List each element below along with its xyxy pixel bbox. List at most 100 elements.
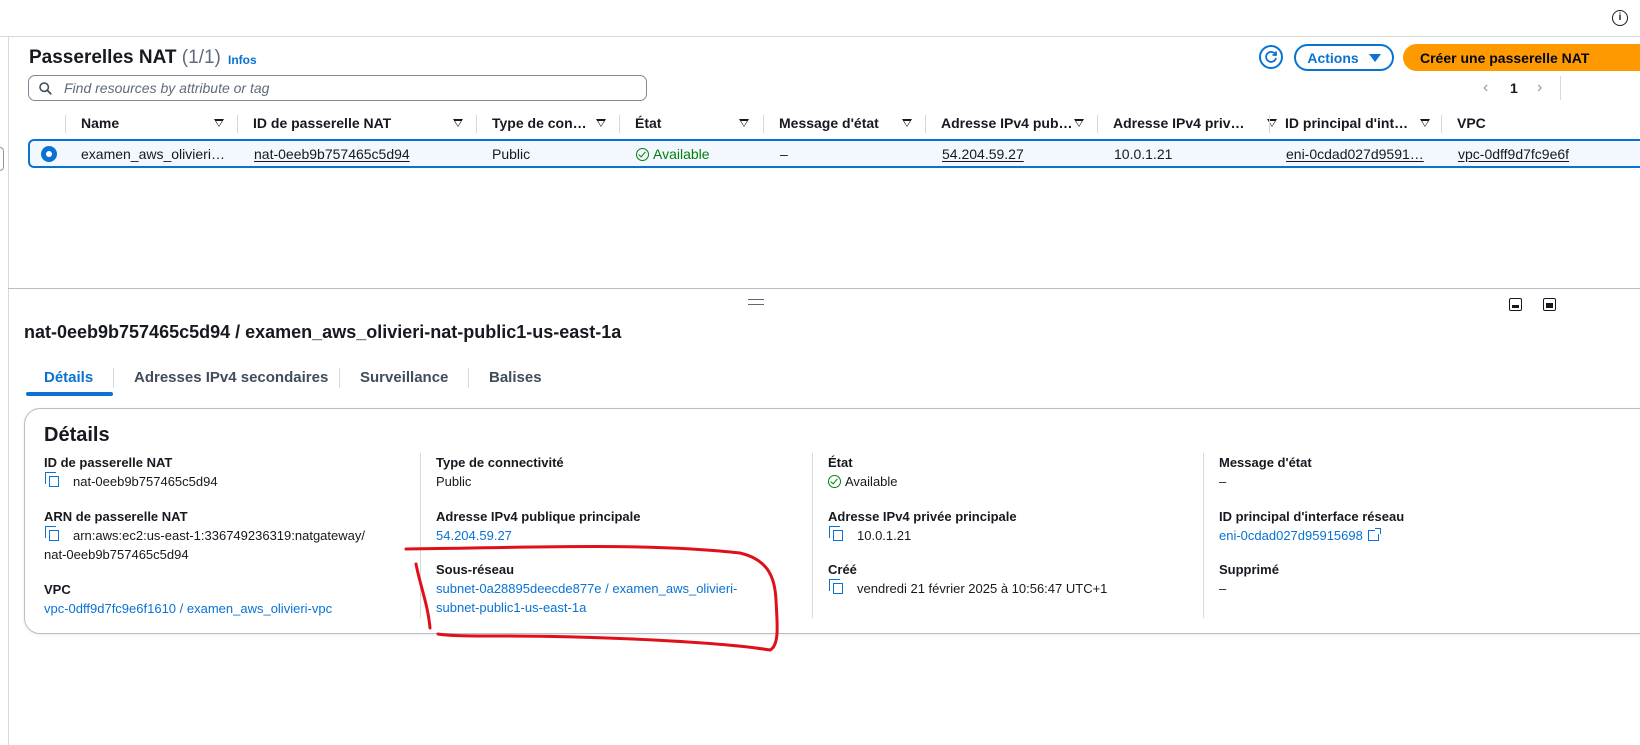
field-value-text: 10.0.1.21 [857, 528, 912, 543]
field-label-message: Message d'état [1219, 455, 1312, 470]
column-divider [1203, 453, 1204, 618]
column-divider [925, 115, 926, 133]
column-header-label: Adresse IPv4 pub… [941, 115, 1073, 131]
tab-tags[interactable]: Balises [489, 366, 542, 390]
field-value-arn: arn:aws:ec2:us-east-1:336749236319:natga… [45, 526, 365, 545]
field-value-text: vendredi 21 février 2025 à 10:56:47 UTC+… [857, 581, 1108, 596]
field-value-nat-id: nat-0eeb9b757465c5d94 [45, 472, 218, 491]
field-value-vpc-link[interactable]: vpc-0dff9d7fc9e6f1610 / examen_aws_olivi… [44, 599, 332, 618]
column-divider [237, 115, 238, 133]
field-value-subnet-link[interactable]: subnet-0a28895deecde877e / examen_aws_ol… [436, 579, 737, 598]
resource-count: (1/1) [181, 47, 221, 68]
column-header-name[interactable]: Name [81, 111, 224, 137]
cell-public-ip-link[interactable]: 54.204.59.27 [942, 146, 1024, 162]
search-icon [39, 81, 52, 95]
field-label-subnet: Sous-réseau [436, 562, 515, 577]
refresh-button[interactable] [1259, 45, 1283, 69]
sort-icon[interactable] [1074, 119, 1084, 127]
tab-details[interactable]: Détails [44, 366, 93, 390]
column-header-label: ID principal d'int… [1285, 115, 1409, 131]
column-divider [619, 115, 620, 133]
copy-icon[interactable] [45, 526, 59, 541]
divider [1560, 76, 1561, 100]
details-card-title: Détails [44, 424, 110, 446]
info-icon[interactable]: i [1612, 10, 1628, 26]
field-value-public-ip-link[interactable]: 54.204.59.27 [436, 526, 512, 545]
column-header-eni[interactable]: ID principal d'int… [1285, 111, 1430, 137]
sort-icon[interactable] [902, 119, 912, 127]
tab-divider [113, 368, 114, 388]
page-title: Passerelles NAT (1/1) [29, 47, 221, 69]
cell-name: examen_aws_olivieri… [81, 146, 225, 162]
split-panel-divider [8, 288, 1640, 289]
field-label-vpc: VPC [44, 582, 71, 597]
column-header-label: Name [81, 115, 120, 131]
sort-icon[interactable] [453, 119, 463, 127]
field-label-connectivity: Type de connectivité [436, 455, 564, 470]
column-header-message[interactable]: Message d'état [779, 111, 912, 137]
column-header-public-ip[interactable]: Adresse IPv4 pub… [941, 111, 1084, 137]
external-link-icon[interactable] [1367, 528, 1381, 541]
tab-secondary-ipv4[interactable]: Adresses IPv4 secondaires [134, 366, 328, 390]
pagination-next[interactable]: › [1537, 79, 1542, 97]
field-label-public-ip: Adresse IPv4 publique principale [436, 509, 641, 524]
column-header-vpc[interactable]: VPC [1457, 111, 1486, 137]
check-circle-icon [828, 475, 841, 488]
drag-handle-icon[interactable] [748, 299, 764, 305]
cell-vpc-link[interactable]: vpc-0dff9d7fc9e6f [1458, 146, 1569, 162]
pagination-prev[interactable]: ‹ [1483, 79, 1488, 97]
field-value-message: – [1219, 474, 1227, 489]
sort-icon[interactable] [1420, 119, 1430, 127]
copy-icon[interactable] [829, 579, 843, 594]
panel-split-icon[interactable] [1543, 298, 1556, 311]
active-tab-indicator [26, 392, 113, 396]
search-box[interactable] [28, 75, 647, 101]
table-row[interactable]: examen_aws_olivieri… nat-0eeb9b757465c5d… [28, 139, 1640, 168]
column-header-private-ip[interactable]: Adresse IPv4 priv… [1113, 111, 1277, 137]
info-link[interactable]: Infos [228, 53, 257, 67]
left-panel-border [8, 36, 9, 745]
column-header-label: Adresse IPv4 priv… [1113, 115, 1245, 131]
tab-divider [339, 368, 340, 388]
sort-icon[interactable] [739, 119, 749, 127]
sort-icon[interactable] [596, 119, 606, 127]
cell-eni-link[interactable]: eni-0cdad027d9591… [1286, 146, 1424, 162]
column-header-state[interactable]: État [635, 111, 749, 137]
pagination-page[interactable]: 1 [1510, 80, 1518, 96]
sort-icon[interactable] [214, 119, 224, 127]
field-label-arn: ARN de passerelle NAT [44, 509, 188, 524]
column-header-label: État [635, 115, 662, 131]
panel-bottom-icon[interactable] [1509, 298, 1522, 311]
field-label-private-ip: Adresse IPv4 privée principale [828, 509, 1017, 524]
field-label-created: Créé [828, 562, 857, 577]
field-value-arn-continued: nat-0eeb9b757465c5d94 [44, 547, 189, 562]
field-value-subnet-link-continued[interactable]: subnet-public1-us-east-1a [436, 598, 586, 617]
create-nat-gateway-button[interactable]: Créer une passerelle NAT [1403, 44, 1640, 71]
column-header-type[interactable]: Type de con… [492, 111, 606, 137]
tab-monitoring[interactable]: Surveillance [360, 366, 448, 390]
column-header-nat-id[interactable]: ID de passerelle NAT [253, 111, 463, 137]
side-panel-toggle[interactable] [0, 147, 4, 171]
refresh-icon [1265, 51, 1277, 63]
field-value-state: Available [828, 472, 898, 491]
cell-state-label: Available [653, 146, 710, 162]
column-divider [1097, 115, 1098, 133]
row-radio-selected[interactable] [41, 146, 57, 162]
field-value-text: nat-0eeb9b757465c5d94 [73, 474, 218, 489]
column-header-label: Type de con… [492, 115, 587, 131]
copy-icon[interactable] [45, 472, 59, 487]
search-input[interactable] [62, 79, 626, 97]
field-value-eni-link[interactable]: eni-0cdad027d95915698 [1219, 528, 1363, 543]
actions-button[interactable]: Actions [1294, 44, 1394, 71]
field-value-connectivity: Public [436, 474, 472, 489]
copy-icon[interactable] [829, 526, 843, 541]
column-divider [476, 115, 477, 133]
field-value-text: arn:aws:ec2:us-east-1:336749236319:natga… [73, 528, 365, 543]
check-circle-icon [636, 148, 649, 161]
column-divider [420, 453, 421, 618]
actions-label: Actions [1307, 49, 1359, 66]
field-label-deleted: Supprimé [1219, 562, 1279, 577]
cell-nat-id-link[interactable]: nat-0eeb9b757465c5d94 [254, 146, 410, 162]
tab-divider [468, 368, 469, 388]
field-label-nat-id: ID de passerelle NAT [44, 455, 173, 470]
